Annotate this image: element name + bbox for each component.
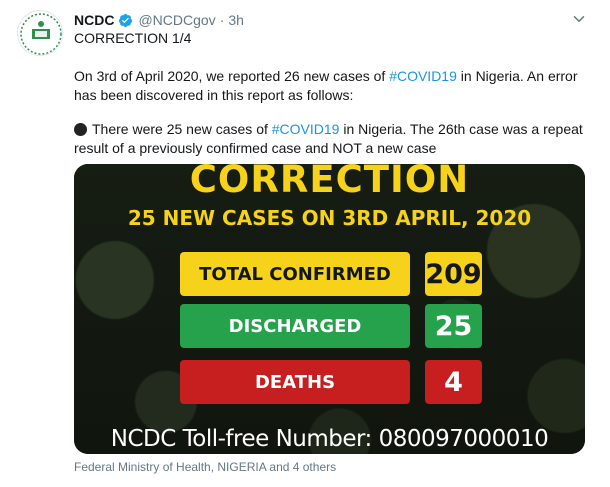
text-segment: in Nigeria. An error [456,68,578,84]
tweet-time[interactable]: 3h [228,12,244,28]
text-segment: There were 25 new cases of [92,121,272,137]
deaths-label: DEATHS [180,360,410,404]
hashtag-covid19[interactable]: #COVID19 [389,68,457,84]
tweet-paragraph-1-line-1: On 3rd of April 2020, we reported 26 new… [74,67,578,86]
tweet-line-correction: CORRECTION 1/4 [74,30,192,46]
verified-badge-icon [119,13,133,27]
tweet-paragraph-1-line-2: has been discovered in this report as fo… [74,87,354,103]
tweet-header: NCDC @NCDCgov · 3h [74,11,244,29]
tweet-image[interactable]: CORRECTION 25 NEW CASES ON 3RD APRIL, 20… [74,164,585,454]
chevron-down-icon[interactable] [570,10,588,28]
hashtag-covid19[interactable]: #COVID19 [272,121,340,137]
author-name[interactable]: NCDC [74,12,114,28]
black-circle-icon [74,123,87,136]
deaths-value: 4 [425,360,482,404]
avatar[interactable] [17,10,63,56]
tweet[interactable]: NCDC @NCDCgov · 3h CORRECTION 1/4 On 3rd… [0,0,610,487]
image-subtitle: 25 NEW CASES ON 3RD APRIL, 2020 [127,206,532,230]
author-handle[interactable]: @NCDCgov [138,12,215,28]
text-segment: in Nigeria. The 26th case was a repeat [339,121,583,137]
discharged-label: DISCHARGED [180,304,410,348]
tweet-paragraph-2-line-2: result of a previously confirmed case an… [74,140,437,156]
image-title: CORRECTION [189,164,470,201]
toll-free-number: NCDC Toll-free Number: 080097000010 [110,426,549,452]
text-segment: On 3rd of April 2020, we reported 26 new… [74,68,390,84]
total-confirmed-value: 209 [425,252,482,296]
separator-dot: · [219,12,225,28]
total-confirmed-label: TOTAL CONFIRMED [180,252,410,296]
tweet-paragraph-2-line-1: There were 25 new cases of #COVID19 in N… [74,120,583,139]
discharged-value: 25 [425,304,482,348]
tagged-users-link[interactable]: Federal Ministry of Health, NIGERIA and … [74,460,336,474]
